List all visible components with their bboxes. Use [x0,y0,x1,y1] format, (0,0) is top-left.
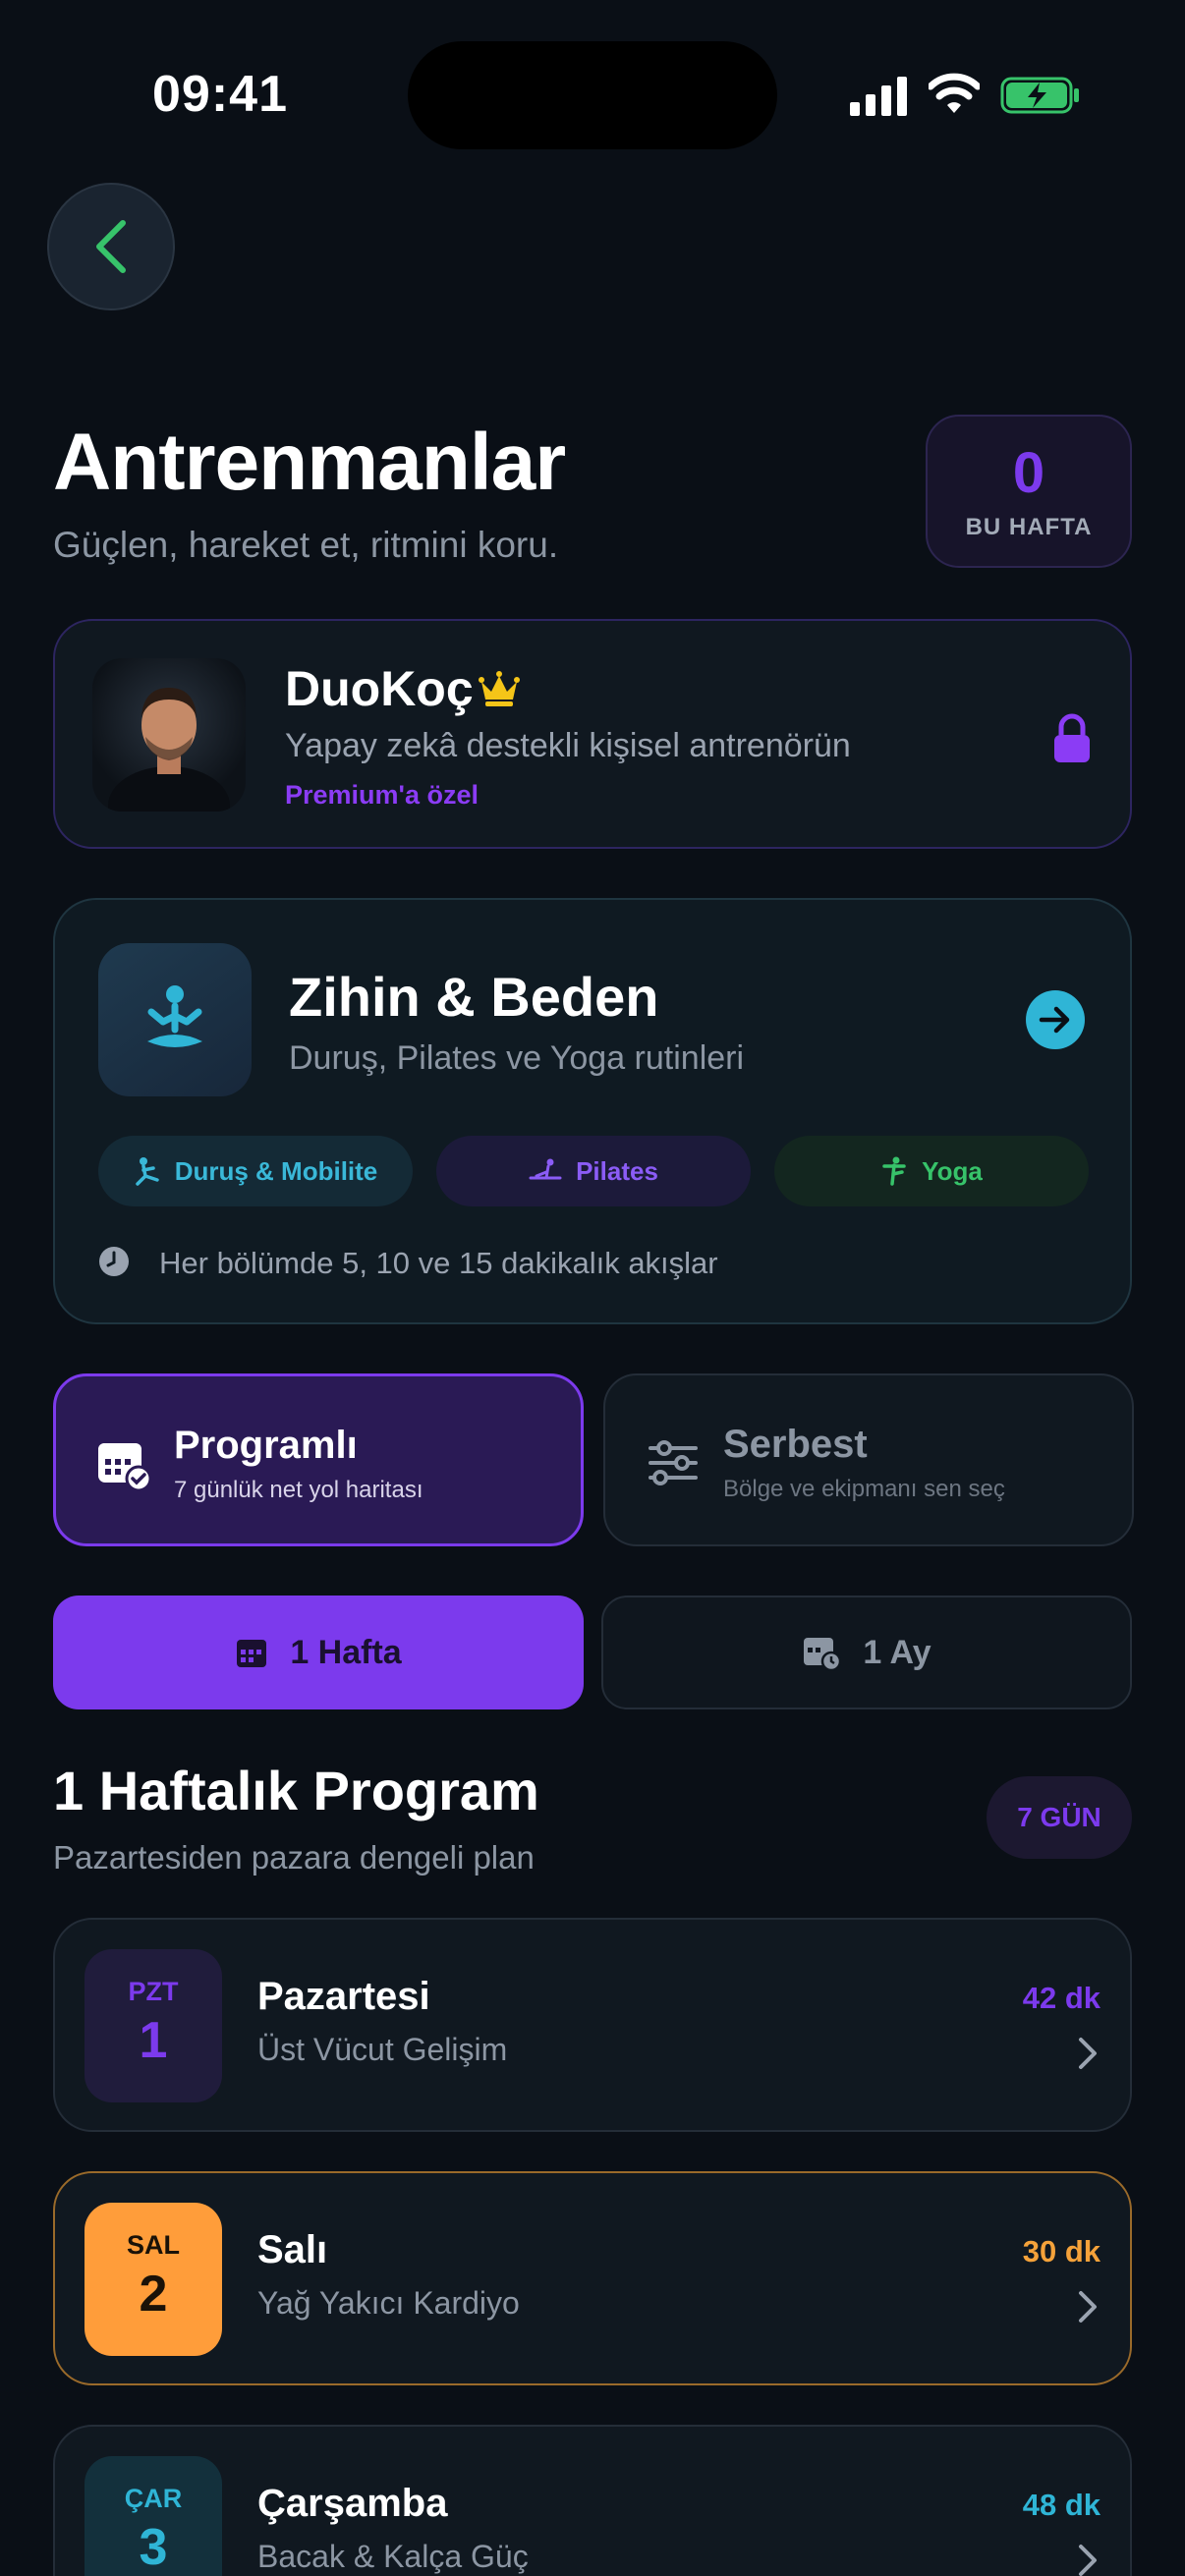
clock-icon [99,1247,129,1276]
day-chip: ÇAR 3 [85,2456,222,2576]
back-button[interactable] [47,183,175,310]
yoga-icon [882,1156,906,1186]
chevron-right-icon [1079,2545,1097,2576]
mode-title: Programlı [174,1424,358,1467]
day-card-wednesday[interactable]: ÇAR 3 Çarşamba Bacak & Kalça Güç 48 dk [53,2425,1132,2576]
program-subtitle: Pazartesiden pazara dengeli plan [53,1839,535,1876]
day-abbr: ÇAR [124,2484,183,2513]
coach-avatar [92,658,246,812]
arrow-right-icon[interactable] [1026,990,1085,1049]
wifi-icon [929,73,980,113]
week-count-badge: 0 BU HAFTA [926,415,1132,568]
coach-description: Yapay zekâ destekli kişisel antrenörün [285,727,851,764]
chip-label: Yoga [922,1155,983,1186]
day-focus: Üst Vücut Gelişim [257,2032,508,2067]
chip-label: Duruş & Mobilite [174,1155,378,1186]
day-number: 2 [139,2266,168,2323]
day-abbr: SAL [127,2230,180,2260]
page-title: Antrenmanlar [53,418,566,507]
day-name: Pazartesi [257,1975,430,2018]
coach-card[interactable]: DuoKoç Yapay zekâ destekli kişisel antre… [53,619,1132,849]
calendar-check-icon [98,1443,152,1492]
week-count-label: BU HAFTA [965,514,1093,540]
coach-name: DuoKoç [285,661,474,716]
meditation-icon [98,943,252,1096]
signal-icon [850,77,907,116]
day-card-monday[interactable]: PZT 1 Pazartesi Üst Vücut Gelişim 42 dk [53,1918,1132,2132]
mind-body-title: Zihin & Beden [289,966,659,1028]
day-name: Çarşamba [257,2482,448,2525]
lock-icon [1054,713,1090,762]
day-minutes: 30 dk [1022,2234,1100,2268]
week-count: 0 [1012,441,1045,505]
program-days-badge: 7 GÜN [987,1776,1132,1859]
day-chip: PZT 1 [85,1949,222,2102]
day-focus: Bacak & Kalça Güç [257,2539,529,2574]
chevron-right-icon [1079,2291,1097,2323]
premium-label: Premium'a özel [285,780,479,810]
status-time: 09:41 [152,66,288,123]
crown-icon [479,671,520,706]
battery-charging-icon [1000,77,1079,114]
day-focus: Yağ Yakıcı Kardiyo [257,2285,520,2321]
mode-subtitle: 7 günlük net yol haritası [174,1477,423,1503]
page-subtitle: Güçlen, hareket et, ritmini koru. [53,525,559,565]
sliders-icon [649,1440,698,1485]
chip-yoga[interactable]: Yoga [774,1136,1089,1206]
calendar-icon [237,1640,267,1667]
chevron-left-icon [96,220,126,273]
chip-label: Pilates [576,1155,658,1186]
day-abbr: PZT [128,1977,179,2006]
day-name: Salı [257,2228,328,2271]
duration-1-month-tab[interactable]: 1 Ay [601,1596,1132,1709]
mind-body-subtitle: Duruş, Pilates ve Yoga rutinleri [289,1039,745,1077]
dynamic-island [408,41,777,149]
day-minutes: 42 dk [1022,1981,1100,2015]
mode-programmed[interactable]: Programlı 7 günlük net yol haritası [53,1373,584,1546]
duration-1-week-tab[interactable]: 1 Hafta [53,1596,584,1709]
mind-body-card[interactable]: Zihin & Beden Duruş, Pilates ve Yoga rut… [53,898,1132,1324]
mode-free[interactable]: Serbest Bölge ve ekipmanı sen seç [603,1373,1134,1546]
mode-title: Serbest [723,1423,868,1466]
pilates-icon [529,1158,562,1180]
chip-posture-mobility[interactable]: Duruş & Mobilite [98,1136,413,1206]
day-card-tuesday[interactable]: SAL 2 Salı Yağ Yakıcı Kardiyo 30 dk [53,2171,1132,2385]
day-number: 3 [139,2519,168,2576]
calendar-clock-icon [804,1638,842,1671]
day-minutes: 48 dk [1022,2488,1100,2522]
duration-note: Her bölümde 5, 10 ve 15 dakikalık akışla… [159,1246,718,1280]
chevron-right-icon [1079,2038,1097,2069]
day-chip: SAL 2 [85,2203,222,2356]
stretch-icon [135,1157,159,1186]
duration-label: 1 Hafta [290,1633,402,1671]
program-title: 1 Haftalık Program [53,1760,539,1821]
duration-label: 1 Ay [863,1633,931,1671]
day-number: 1 [139,2012,168,2069]
chip-pilates[interactable]: Pilates [436,1136,751,1206]
mode-subtitle: Bölge ve ekipmanı sen seç [723,1476,1005,1502]
